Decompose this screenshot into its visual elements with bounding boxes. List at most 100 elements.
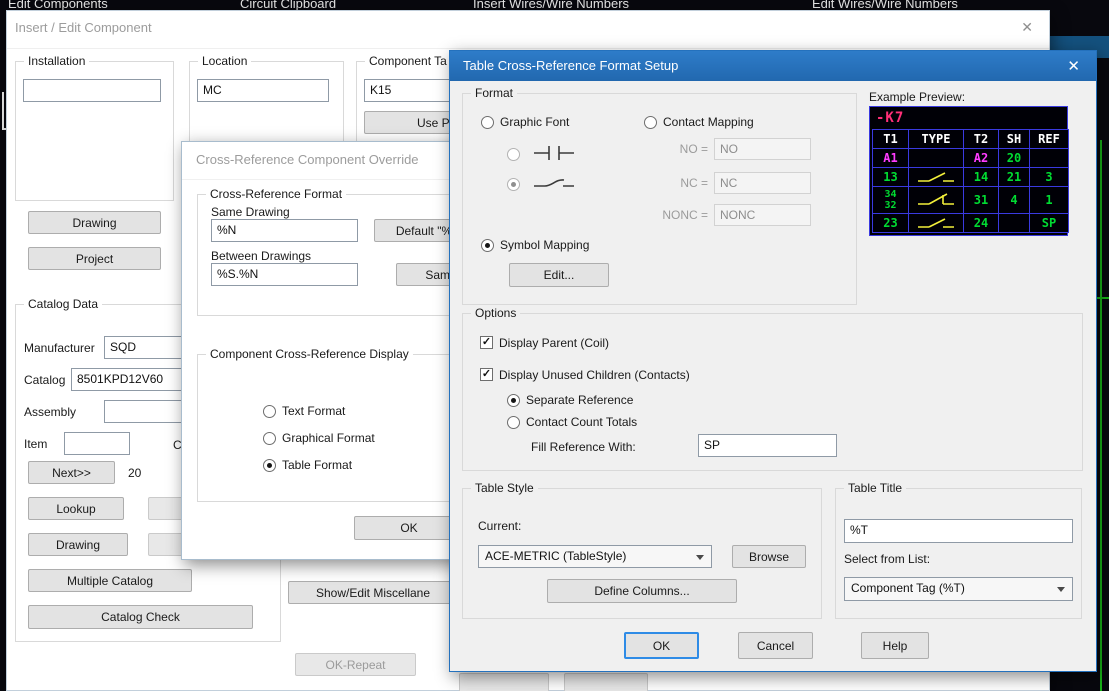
table-style-dropdown[interactable]: ACE-METRIC (TableStyle) — [478, 545, 712, 568]
display-unused-checkbox[interactable]: ✓ — [480, 368, 493, 381]
preview-cell: 21 — [999, 168, 1029, 186]
ok-button[interactable]: OK — [624, 632, 699, 659]
preview-header-cell: REF — [1030, 130, 1068, 148]
drawing-catalog-button[interactable]: Drawing — [28, 533, 128, 556]
contact-count-radio[interactable] — [507, 416, 520, 429]
options-group-label: Options — [471, 306, 521, 320]
cross-reference-format-group-label: Cross-Reference Format — [206, 187, 347, 201]
drawing-line-fragment — [2, 92, 4, 130]
nc-equals-label: NC = — [680, 176, 708, 190]
dialog-titlebar[interactable]: Table Cross-Reference Format Setup ✕ — [450, 51, 1096, 81]
cancel-button[interactable]: Cancel — [738, 632, 813, 659]
preview-cell: 31 — [964, 187, 998, 213]
preview-cell: A1 — [873, 149, 908, 167]
preview-header-cell: SH — [999, 130, 1029, 148]
assembly-label: Assembly — [24, 405, 77, 419]
dialog-title: Table Cross-Reference Format Setup — [463, 58, 679, 73]
preview-cell — [999, 214, 1029, 232]
preview-cell: 24 — [964, 214, 998, 232]
close-icon[interactable]: ✕ — [1021, 19, 1033, 36]
show-edit-misc-button[interactable]: Show/Edit Miscellane — [288, 581, 458, 604]
preview-cell: 23 — [873, 214, 908, 232]
preview-cell — [909, 149, 963, 167]
text-format-radio[interactable] — [263, 405, 276, 418]
no-input: NO — [714, 138, 811, 160]
current-label: Current: — [478, 519, 522, 533]
graphical-format-label: Graphical Format — [282, 431, 375, 445]
component-tag-group-label: Component Ta — [365, 54, 451, 68]
dialog-title: Insert / Edit Component — [15, 20, 152, 35]
format-group-label: Format — [471, 86, 518, 100]
preview-nc-contact-icon — [909, 187, 963, 213]
display-unused-label: Display Unused Children (Contacts) — [499, 368, 690, 382]
preview-cell: A2 — [964, 149, 998, 167]
contact-mapping-radio[interactable] — [644, 116, 657, 129]
fill-reference-label: Fill Reference With: — [531, 440, 636, 454]
check-icon: ✓ — [481, 336, 492, 348]
separate-reference-label: Separate Reference — [526, 393, 634, 407]
graphical-format-radio[interactable] — [263, 432, 276, 445]
preview-header-cell: TYPE — [909, 130, 963, 148]
no-equals-label: NO = — [679, 142, 708, 156]
preview-cell: 13 — [873, 168, 908, 186]
installation-input[interactable] — [23, 79, 161, 102]
same-drawing-input[interactable]: %N — [211, 219, 358, 242]
close-icon[interactable]: ✕ — [1067, 57, 1080, 75]
ok-repeat-button[interactable]: OK-Repeat — [295, 653, 416, 676]
contact-mapping-label: Contact Mapping — [663, 115, 754, 129]
manufacturer-label: Manufacturer — [24, 341, 95, 355]
item-label: Item — [24, 437, 48, 451]
help-button[interactable]: Help — [861, 632, 929, 659]
lookup-button[interactable]: Lookup — [28, 497, 124, 520]
no-contact-symbol-icon — [530, 143, 578, 166]
multiple-catalog-button[interactable]: Multiple Catalog — [28, 569, 192, 592]
preview-cell: SP — [1030, 214, 1068, 232]
graphic-font-label: Graphic Font — [500, 115, 570, 129]
table-format-label: Table Format — [282, 458, 353, 472]
symbol-mapping-radio[interactable] — [481, 239, 494, 252]
display-parent-checkbox[interactable]: ✓ — [480, 336, 493, 349]
same-drawing-label: Same Drawing — [211, 205, 290, 219]
next-button[interactable]: Next>> — [28, 461, 115, 484]
browse-button[interactable]: Browse — [732, 545, 806, 568]
preview-cell: 3 — [1030, 168, 1068, 186]
nc-contact-symbol-icon — [530, 173, 578, 196]
edit-button[interactable]: Edit... — [509, 263, 609, 287]
separate-reference-radio[interactable] — [507, 394, 520, 407]
graphic-font-radio[interactable] — [481, 116, 494, 129]
catalog-check-button[interactable]: Catalog Check — [28, 605, 253, 629]
location-input[interactable]: MC — [197, 79, 329, 102]
partial-bottom-button[interactable] — [459, 673, 549, 691]
select-from-list-label: Select from List: — [844, 552, 931, 566]
next-count-value: 20 — [128, 466, 142, 480]
preview-header-cell: T2 — [964, 130, 998, 148]
preview-cell: 1 — [1030, 187, 1068, 213]
example-preview: -K7 T1 TYPE T2 SH REF A1 A2 20 13 14 21 … — [869, 106, 1069, 236]
preview-cell: 4 — [999, 187, 1029, 213]
table-title-group-label: Table Title — [844, 481, 907, 495]
no-symbol-radio[interactable] — [507, 148, 520, 161]
text-format-label: Text Format — [282, 404, 346, 418]
table-title-input[interactable]: %T — [844, 519, 1073, 543]
ok-button[interactable]: OK — [354, 516, 464, 540]
nc-input: NC — [714, 172, 811, 194]
screen: Edit Components Circuit Clipboard Insert… — [0, 0, 1109, 691]
table-format-radio[interactable] — [263, 459, 276, 472]
contact-count-label: Contact Count Totals — [526, 415, 638, 429]
between-drawings-input[interactable]: %S.%N — [211, 263, 358, 286]
table-style-group-label: Table Style — [471, 481, 538, 495]
preview-table: T1 TYPE T2 SH REF A1 A2 20 13 14 21 3 34… — [872, 129, 1069, 233]
fill-reference-input[interactable]: SP — [698, 434, 837, 457]
define-columns-button[interactable]: Define Columns... — [547, 579, 737, 603]
partial-bottom-button[interactable] — [564, 673, 648, 691]
preview-cell: 14 — [964, 168, 998, 186]
catalog-input[interactable]: 8501KPD12V60 — [71, 368, 187, 391]
item-input[interactable] — [64, 432, 130, 455]
drawing-button[interactable]: Drawing — [28, 211, 161, 234]
select-from-list-dropdown[interactable]: Component Tag (%T) — [844, 577, 1073, 601]
nc-symbol-radio[interactable] — [507, 178, 520, 191]
display-format-group-label: Component Cross-Reference Display — [206, 347, 413, 361]
dialog-titlebar[interactable]: Insert / Edit Component ✕ — [7, 11, 1049, 49]
project-button[interactable]: Project — [28, 247, 161, 270]
preview-cell: 34 32 — [873, 187, 908, 213]
